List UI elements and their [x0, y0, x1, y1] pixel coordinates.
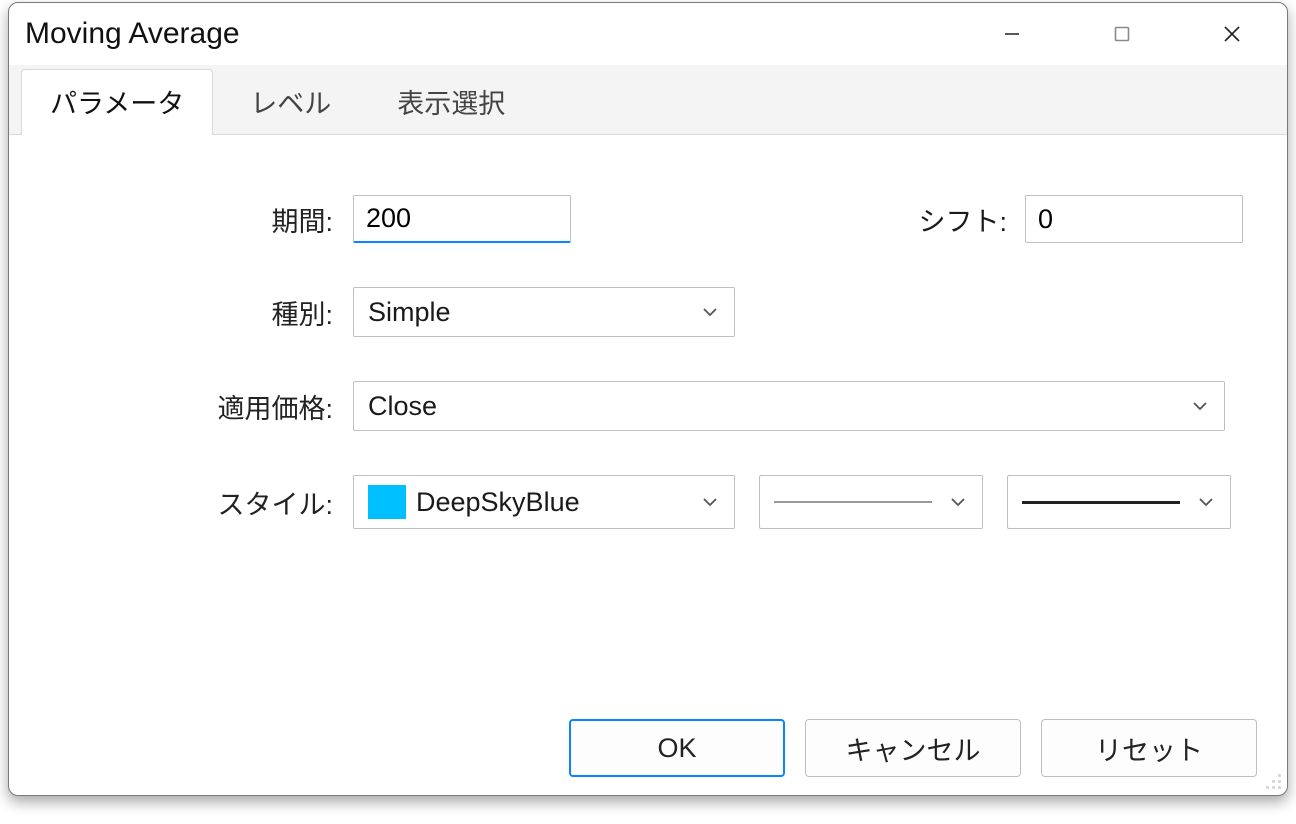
button-label: OK [657, 733, 696, 764]
maximize-icon [1113, 25, 1131, 43]
shift-label: シフト: [918, 200, 1007, 239]
apply-select[interactable]: Close [353, 381, 1225, 431]
style-label: スタイル: [53, 483, 353, 522]
apply-value: Close [368, 391, 1190, 422]
tab-content: 期間: シフト: 種別: Simple 適用価格: Close [9, 135, 1287, 603]
close-icon [1222, 24, 1242, 44]
method-label: 種別: [53, 293, 353, 332]
method-select[interactable]: Simple [353, 287, 735, 337]
period-label: 期間: [53, 200, 353, 239]
minimize-icon [1002, 24, 1022, 44]
line-width-preview [1022, 501, 1180, 504]
tab-display[interactable]: 表示選択 [368, 69, 534, 135]
line-width-select[interactable] [1007, 475, 1231, 529]
tab-label: 表示選択 [397, 89, 505, 119]
line-style-select[interactable] [759, 475, 983, 529]
window-title: Moving Average [25, 17, 240, 51]
chevron-down-icon [948, 492, 968, 512]
line-style-preview [774, 501, 932, 503]
tab-label: レベル [250, 89, 331, 119]
method-value: Simple [368, 297, 700, 328]
resize-grip[interactable] [1265, 773, 1283, 791]
shift-block: シフト: [918, 195, 1243, 243]
close-button[interactable] [1177, 3, 1287, 65]
tab-levels[interactable]: レベル [221, 69, 360, 135]
shift-input[interactable] [1025, 195, 1243, 243]
row-method: 種別: Simple [53, 287, 1243, 337]
maximize-button[interactable] [1067, 3, 1177, 65]
chevron-down-icon [1190, 396, 1210, 416]
window-controls [957, 3, 1287, 65]
button-label: キャンセル [846, 729, 981, 768]
reset-button[interactable]: リセット [1041, 719, 1257, 777]
chevron-down-icon [700, 492, 720, 512]
color-value: DeepSkyBlue [416, 487, 690, 518]
tab-label: パラメータ [50, 89, 184, 119]
row-apply: 適用価格: Close [53, 381, 1243, 431]
color-select[interactable]: DeepSkyBlue [353, 475, 735, 529]
chevron-down-icon [1196, 492, 1216, 512]
button-bar: OK キャンセル リセット [569, 719, 1257, 777]
minimize-button[interactable] [957, 3, 1067, 65]
chevron-down-icon [700, 302, 720, 322]
tab-strip: パラメータ レベル 表示選択 [9, 65, 1287, 135]
ok-button[interactable]: OK [569, 719, 785, 777]
tab-parameters[interactable]: パラメータ [21, 69, 213, 135]
row-period-shift: 期間: シフト: [53, 195, 1243, 243]
dialog-window: Moving Average パラメータ レベル 表示選択 期間: [8, 2, 1288, 796]
titlebar: Moving Average [9, 3, 1287, 65]
button-label: リセット [1095, 729, 1203, 768]
apply-label: 適用価格: [53, 387, 353, 426]
period-input[interactable] [353, 195, 571, 243]
color-swatch [368, 485, 406, 519]
cancel-button[interactable]: キャンセル [805, 719, 1021, 777]
row-style: スタイル: DeepSkyBlue [53, 475, 1243, 529]
